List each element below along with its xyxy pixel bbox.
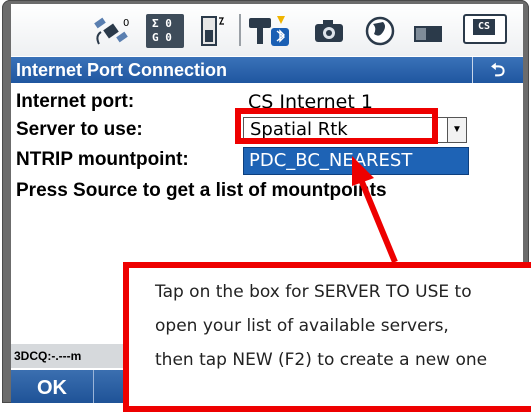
svg-text:0: 0 bbox=[123, 18, 129, 29]
memory-card-icon[interactable] bbox=[411, 14, 445, 48]
sv-count-top: Σ 0 bbox=[152, 17, 172, 30]
battery-icon[interactable] bbox=[199, 14, 229, 48]
controller-label: CS bbox=[473, 19, 495, 35]
mountpoint-label: NTRIP mountpoint: bbox=[16, 149, 189, 170]
server-label: Server to use: bbox=[16, 119, 143, 140]
callout-line-2: open your list of available servers, bbox=[155, 316, 449, 336]
status-separator bbox=[239, 14, 241, 46]
instruction-callout: Tap on the box for SERVER TO USE to open… bbox=[123, 262, 531, 412]
dropdown-arrow-icon[interactable]: ▼ bbox=[447, 118, 466, 142]
highlight-annotation bbox=[235, 108, 438, 144]
globe-icon[interactable] bbox=[363, 14, 397, 48]
sv-count-bottom: G 0 bbox=[152, 31, 172, 44]
back-arrow-icon: ⮌ bbox=[490, 60, 506, 80]
mountpoint-value: PDC_BC_NEAREST bbox=[249, 150, 413, 171]
page-title: Internet Port Connection bbox=[16, 60, 227, 80]
receiver-bluetooth-icon[interactable] bbox=[247, 14, 295, 48]
sv-count-icon[interactable]: Σ 0 G 0 bbox=[146, 14, 184, 48]
satellite-icon[interactable]: 0 bbox=[93, 14, 133, 48]
callout-line-1: Tap on the box for SERVER TO USE to bbox=[155, 282, 472, 302]
back-button[interactable]: ⮌ bbox=[472, 57, 523, 83]
controller-icon[interactable]: CS bbox=[463, 14, 507, 44]
title-bar: Internet Port Connection ⮌ bbox=[11, 57, 523, 83]
status-bar: 0 Σ 0 G 0 CS bbox=[11, 4, 523, 56]
ok-button[interactable]: OK bbox=[11, 370, 94, 403]
internet-port-label: Internet port: bbox=[16, 91, 135, 112]
hint-text: Press Source to get a list of mountpoint… bbox=[16, 180, 387, 201]
callout-line-3: then tap NEW (F2) to create a new one bbox=[155, 350, 488, 370]
camera-icon[interactable] bbox=[311, 14, 347, 48]
mountpoint-field[interactable]: PDC_BC_NEAREST bbox=[243, 147, 469, 175]
